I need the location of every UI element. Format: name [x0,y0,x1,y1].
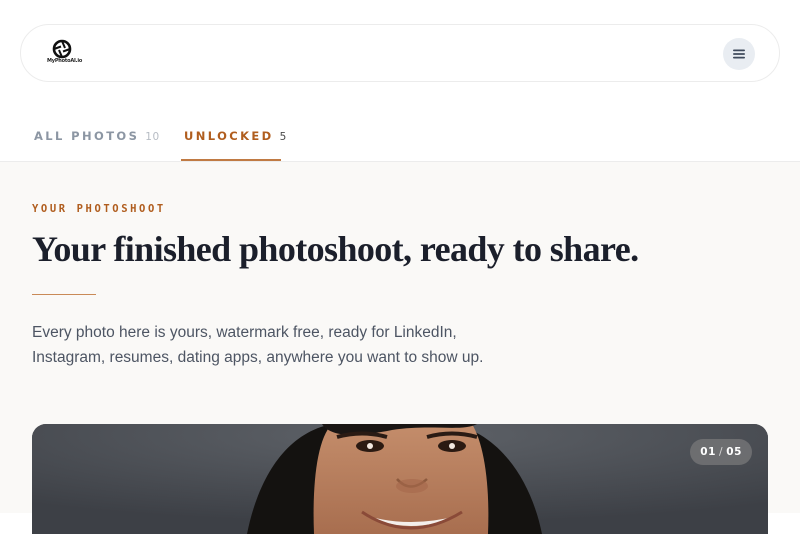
photo-counter-separator: / [719,446,724,458]
tab-unlocked[interactable]: UNLOCKED 5 [181,112,286,161]
hamburger-menu-icon [733,49,745,59]
menu-button[interactable] [723,38,755,70]
logo[interactable]: MyPhotoAI.io [47,39,83,67]
description-line-2: Instagram, resumes, dating apps, anywher… [32,349,484,366]
main-content: YOUR PHOTOSHOOT Your finished photoshoot… [0,162,800,534]
accent-divider [32,294,96,295]
page-title: Your finished photoshoot, ready to share… [32,229,639,269]
photo-counter-total: 05 [726,446,742,458]
tab-all-photos-label: ALL PHOTOS [34,129,140,143]
tab-all-photos-count: 10 [145,131,160,143]
page-description: Every photo here is yours, watermark fre… [32,320,532,370]
photo-counter-badge: 01/05 [690,439,752,465]
section-eyebrow: YOUR PHOTOSHOOT [32,203,166,215]
photo-viewer[interactable]: 01/05 [32,424,768,534]
top-navbar: MyPhotoAI.io [20,24,780,82]
tab-unlocked-label: UNLOCKED [184,129,274,143]
photo-counter-current: 01 [700,446,717,458]
tab-unlocked-count: 5 [279,131,287,143]
photo-tabs: ALL PHOTOS 10 UNLOCKED 5 [0,112,800,162]
description-line-1: Every photo here is yours, watermark fre… [32,324,457,341]
tab-all-photos[interactable]: ALL PHOTOS 10 [34,112,160,161]
logo-text: MyPhotoAI.io [47,58,83,64]
portrait-photo [32,424,768,534]
aperture-logo-icon [52,39,72,59]
